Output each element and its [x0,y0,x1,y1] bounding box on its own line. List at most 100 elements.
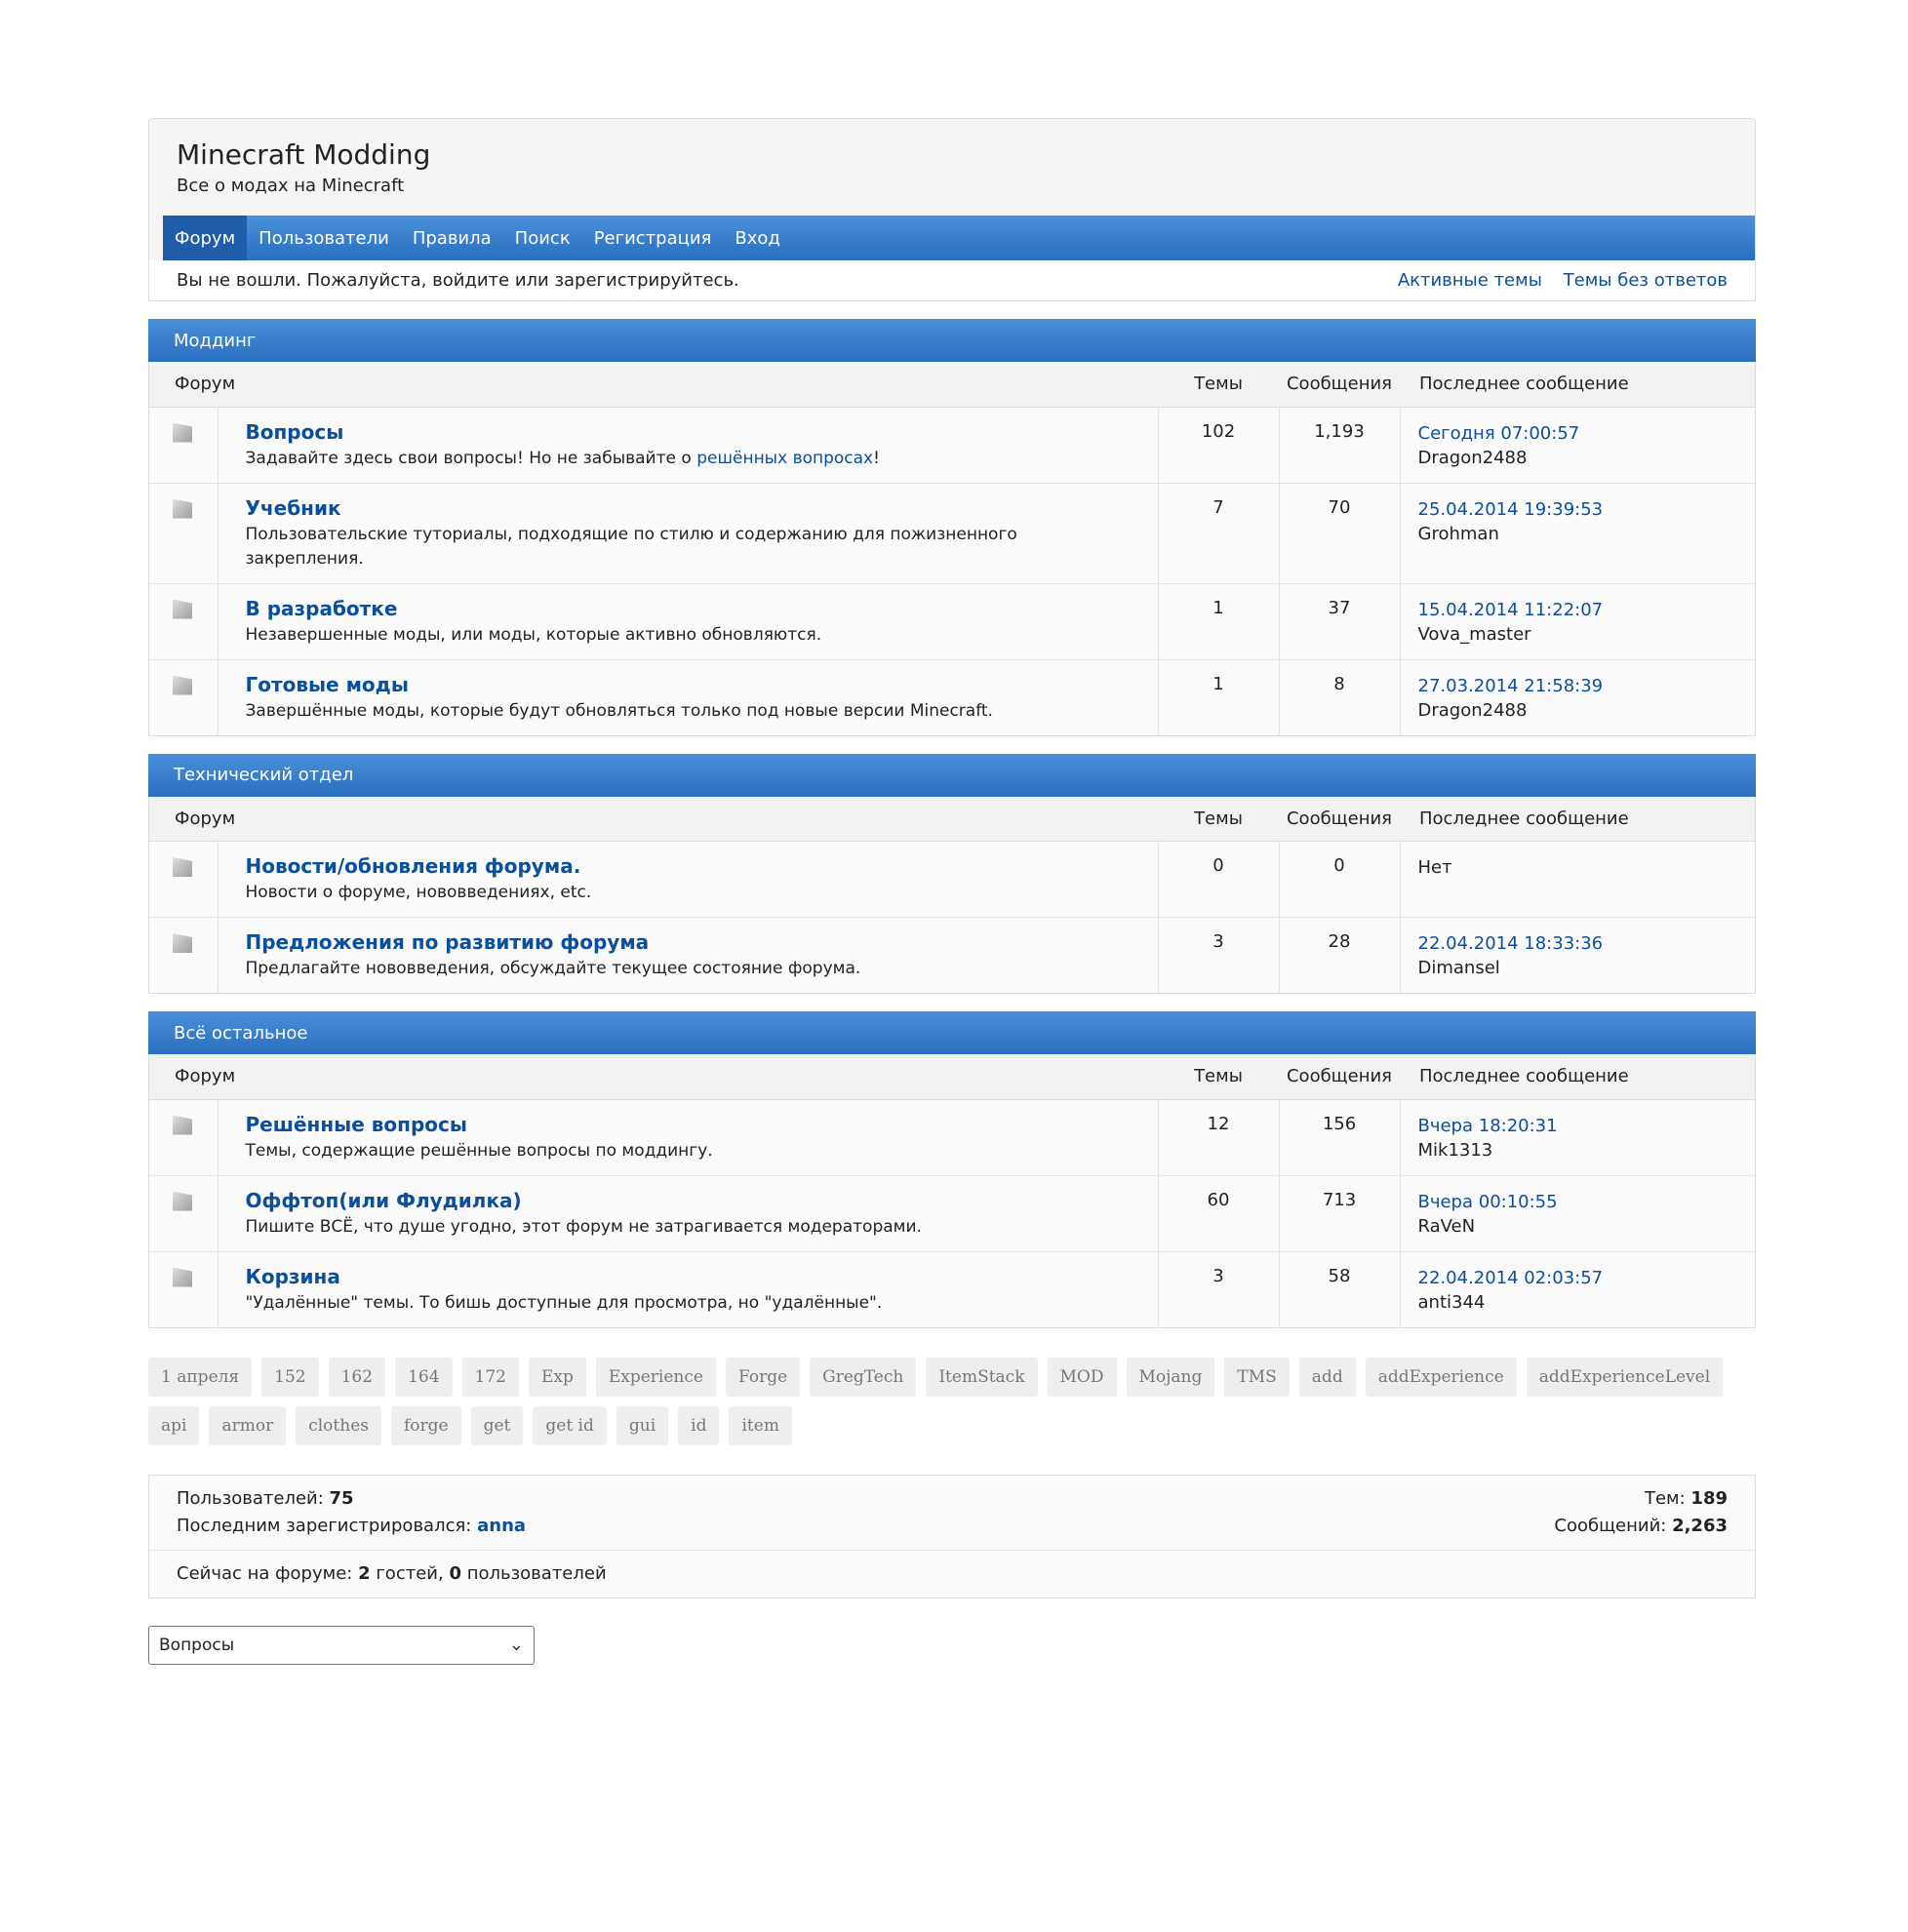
nav-item-0[interactable]: Форум [163,216,248,260]
last-post: Вчера 00:10:55 RaVeN [1399,1174,1755,1251]
forum-table: Форум Темы Сообщения Последнее сообщение Нов… [149,796,1755,993]
forum-row: Вопросы Задавайте здесь свои вопросы! Но … [149,407,1755,483]
nav-item-5[interactable]: Вход [723,216,791,260]
post-count: 713 [1278,1174,1400,1251]
tag-link[interactable]: 152 [261,1357,319,1397]
tag-link[interactable]: clothes [296,1405,381,1445]
tag-link[interactable]: add [1298,1357,1356,1397]
forum-link[interactable]: Учебник [246,496,341,520]
tag-link[interactable]: Exp [528,1357,586,1397]
post-count: 1,193 [1278,407,1400,483]
nav-item-1[interactable]: Пользователи [247,216,401,260]
topic-count: 102 [1157,407,1279,483]
forum-link[interactable]: Оффтоп(или Флудилка) [246,1189,522,1212]
tag-link[interactable]: 162 [328,1357,386,1397]
nav-item-3[interactable]: Поиск [503,216,582,260]
forum-row: В разработке Незавершенные моды, или моды… [149,582,1755,659]
forum-jump: Вопросы ⌄ [148,1625,1756,1665]
tag-link[interactable]: GregTech [810,1357,917,1397]
col-posts: Сообщения [1279,362,1400,408]
forum-description: Незавершенные моды, или моды, которые ак… [245,624,822,645]
tag-link[interactable]: Experience [595,1357,716,1397]
tag-link[interactable]: get [470,1405,524,1445]
last-post-link[interactable]: 15.04.2014 11:22:07 [1418,600,1604,620]
last-post-link[interactable]: 22.04.2014 02:03:57 [1418,1268,1604,1288]
tag-link[interactable]: MOD [1047,1357,1117,1397]
last-post: 15.04.2014 11:22:07 Vova_master [1399,582,1755,659]
page-wrapper: Minecraft Modding Все о модах на Minecra… [148,118,1756,1665]
forum-row: Решённые вопросы Темы, содержащие решённы… [149,1099,1755,1175]
tag-link[interactable]: id [678,1405,720,1445]
col-forum: Форум [149,1054,1158,1100]
board-title[interactable]: Minecraft Modding [177,138,1728,172]
tag-link[interactable]: gui [616,1405,669,1445]
stats-right: Тем: 189 Сообщений: 2,263 [1554,1485,1728,1540]
forum-row: Готовые моды Завершённые моды, которые бу… [149,658,1755,735]
forum-jump-select[interactable]: Вопросы ⌄ [148,1625,535,1665]
post-count: 28 [1278,917,1400,993]
forum-description: "Удалённые" темы. То бишь доступные для … [245,1292,883,1313]
tag-link[interactable]: ItemStack [926,1357,1038,1397]
active-topics-link[interactable]: Активные темы [1398,270,1542,291]
last-post-link[interactable]: Вчера 18:20:31 [1418,1116,1558,1136]
tag-link[interactable]: get id [533,1405,607,1445]
board-description: Все о модах на Minecraft [177,176,405,196]
categories: Моддинг Форум Темы Сообщения Последнее сообщ… [148,319,1756,1328]
last-post-link[interactable]: Вчера 00:10:55 [1418,1192,1558,1212]
tag-link[interactable]: TMS [1224,1357,1290,1397]
last-post-link[interactable]: Сегодня 07:00:57 [1418,423,1580,444]
chevron-down-icon: ⌄ [508,1635,524,1655]
col-last-post: Последнее сообщение [1400,362,1755,408]
last-post: 22.04.2014 18:33:36 Dimansel [1399,917,1755,993]
col-forum: Форум [149,796,1158,842]
tag-link[interactable]: 172 [461,1357,519,1397]
forum-link[interactable]: Вопросы [246,420,344,444]
last-registered: Последним зарегистрировался: anna [177,1515,527,1536]
last-post-author: anti344 [1417,1291,1486,1313]
nav-item-2[interactable]: Правила [401,216,503,260]
tag-link[interactable]: Forge [725,1357,801,1397]
tag-cloud: 1 апреля 152 162 164 172 Exp Experience Forge Gr… [148,1357,1729,1445]
last-post-link[interactable]: 22.04.2014 18:33:36 [1418,933,1604,954]
forum-status-icon [173,933,192,953]
last-post-link[interactable]: 27.03.2014 21:58:39 [1418,676,1604,696]
board-stats: Пользователей: 75 Последним зарегистриро… [148,1474,1756,1598]
forum-link[interactable]: В разработке [246,597,398,620]
forum-link[interactable]: Предложения по развитию форума [246,930,650,954]
forum-status-icon [173,498,192,519]
forum-status-icon [173,675,192,695]
unanswered-topics-link[interactable]: Темы без ответов [1564,270,1728,291]
col-topics: Темы [1158,796,1279,842]
last-registered-user-link[interactable]: anna [477,1516,526,1536]
category-block: Всё остальное Форум Темы Сообщения Последнее… [148,1011,1756,1328]
forum-link[interactable]: Готовые моды [246,673,409,696]
forum-status-icon [173,857,192,877]
last-post-author: Dragon2488 [1417,447,1528,468]
topic-count: 1 [1157,582,1279,659]
solved-questions-link[interactable]: решённых вопросах [696,449,873,468]
forum-table: Форум Темы Сообщения Последнее сообщение Воп… [149,362,1755,735]
tag-link[interactable]: 1 апреля [148,1357,253,1397]
forum-link[interactable]: Новости/обновления форума. [246,854,581,878]
tag-link[interactable]: api [148,1405,200,1445]
col-topics: Темы [1158,362,1279,408]
tag-link[interactable]: item [729,1405,792,1445]
post-count: 156 [1278,1099,1400,1175]
category-block: Технический отдел Форум Темы Сообщения После… [148,753,1756,994]
topic-count: 12 [1157,1099,1279,1175]
col-last-post: Последнее сообщение [1400,796,1755,842]
tag-link[interactable]: addExperience [1365,1357,1517,1397]
users-count: Пользователей: 75 [177,1487,354,1509]
forum-link[interactable]: Корзина [246,1265,340,1288]
tag-link[interactable]: Mojang [1126,1357,1215,1397]
last-post-link[interactable]: 25.04.2014 19:39:53 [1418,499,1604,520]
tag-link[interactable]: 164 [395,1357,453,1397]
forum-row: Новости/обновления форума. Новости о фору… [149,841,1755,918]
tag-link[interactable]: forge [390,1405,461,1445]
last-post-author: Dragon2488 [1417,699,1528,721]
nav-item-4[interactable]: Регистрация [582,216,724,260]
tag-link[interactable]: addExperienceLevel [1526,1357,1724,1397]
forum-link[interactable]: Решённые вопросы [246,1113,468,1136]
tag-link[interactable]: armor [209,1405,287,1445]
forum-row: Оффтоп(или Флудилка) Пишите ВСЁ, что душе… [149,1174,1755,1251]
